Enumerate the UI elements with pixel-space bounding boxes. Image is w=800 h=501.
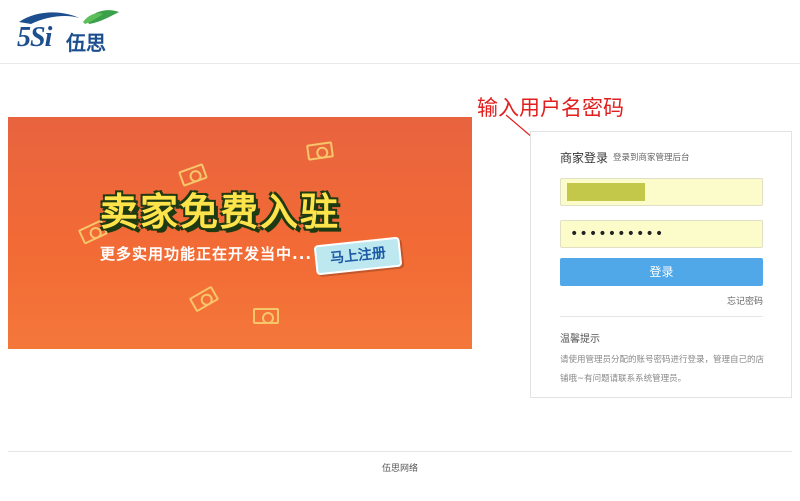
- footer-divider: [8, 451, 792, 452]
- divider: [560, 316, 763, 317]
- site-logo[interactable]: 5Si 伍思: [17, 8, 127, 55]
- logo-text: 伍思: [66, 31, 106, 55]
- money-icon: [188, 285, 220, 313]
- banner-subtitle: 更多实用功能正在开发当中...: [100, 245, 313, 263]
- annotation-text: 输入用户名密码: [477, 96, 624, 120]
- tips-title: 温馨提示: [560, 334, 600, 345]
- page-header: 5Si 伍思: [0, 0, 800, 64]
- login-panel: 商家登录 登录到商家管理后台 •••••••••• 登录 忘记密码 温馨提示 请…: [530, 131, 792, 398]
- money-icon: [253, 308, 279, 324]
- login-button[interactable]: 登录: [560, 258, 763, 286]
- tips-body: 请使用管理员分配的账号密码进行登录，管理自己的店铺哦~有问题请联系系统管理员。: [560, 355, 765, 384]
- promo-banner[interactable]: 卖家免费入驻 更多实用功能正在开发当中... 马上注册: [8, 117, 472, 349]
- login-subtitle: 登录到商家管理后台: [613, 153, 690, 163]
- footer-text: 伍思网络: [381, 464, 418, 474]
- password-input[interactable]: ••••••••••: [560, 220, 763, 248]
- login-title: 商家登录: [560, 151, 609, 165]
- username-redacted: [567, 183, 645, 201]
- password-value: ••••••••••: [570, 226, 665, 242]
- register-button[interactable]: 马上注册: [313, 236, 403, 276]
- logo-number: 5Si: [17, 22, 52, 53]
- money-icon: [306, 141, 334, 161]
- username-input[interactable]: [560, 178, 763, 206]
- banner-title: 卖家免费入驻: [100, 190, 341, 234]
- forgot-password-link[interactable]: 忘记密码: [727, 294, 763, 307]
